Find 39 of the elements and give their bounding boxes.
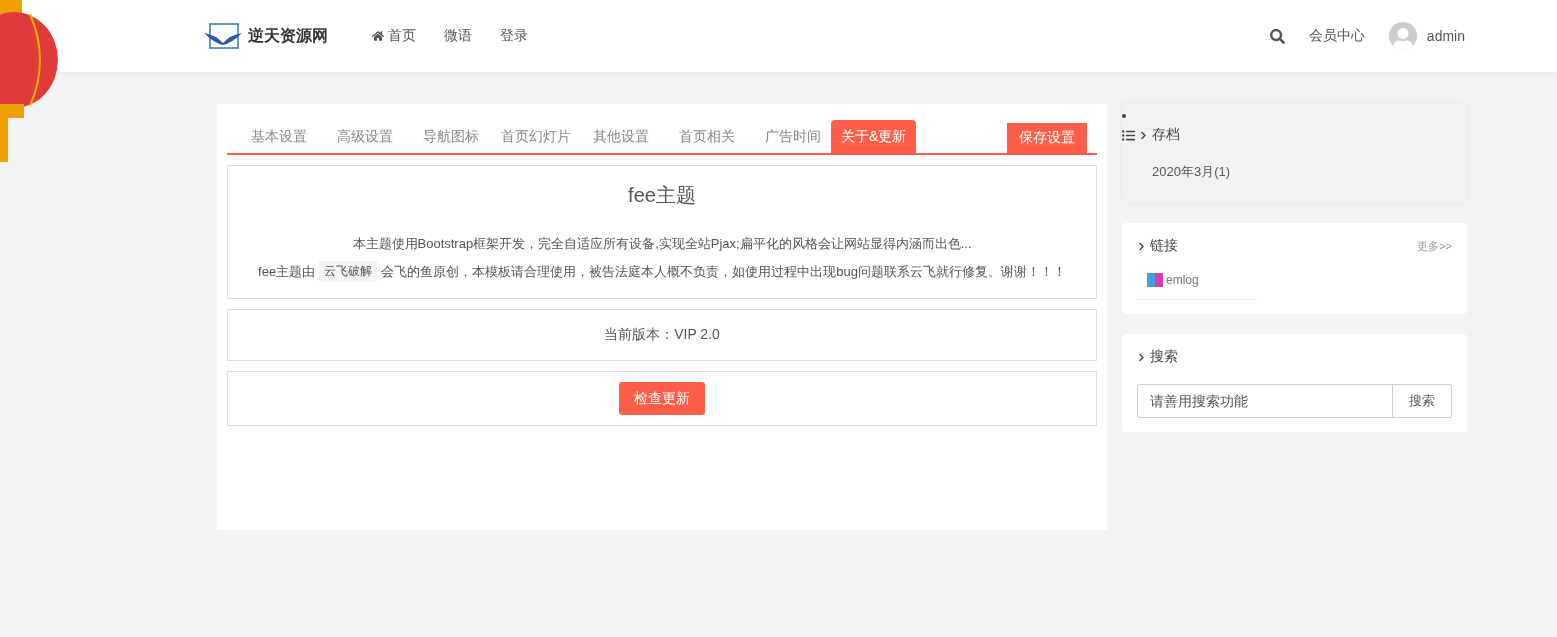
settings-tab[interactable]: 关于&更新 bbox=[831, 120, 917, 153]
em-logo-icon bbox=[1147, 273, 1163, 287]
username-link[interactable]: admin bbox=[1426, 28, 1465, 44]
credit-text: 会飞的鱼原创，本模板请合理使用，被告法庭本人概不负责，如使用过程中出现bug问题联系云飞就行修复。谢谢！！！ bbox=[381, 262, 1066, 281]
card-title: 链接 bbox=[1150, 237, 1178, 255]
home-icon bbox=[372, 30, 384, 42]
chevron-icon bbox=[1137, 241, 1146, 251]
settings-tab[interactable]: 高级设置 bbox=[327, 120, 403, 153]
nav-link[interactable]: 登录 bbox=[500, 27, 528, 45]
description-text: 本主题使用Bootstrap框架开发，完全自适应所有设备,实现全站Pjax;扁平化的风格会让网站显得内涵而出色... bbox=[352, 235, 972, 253]
settings-tab[interactable]: 首页幻灯片 bbox=[491, 120, 581, 153]
credit-text: fee主题由 bbox=[258, 262, 316, 281]
settings-tab[interactable]: 广告时间 bbox=[755, 120, 831, 153]
wings-logo-icon bbox=[204, 23, 242, 49]
version-text: 当前版本：VIP 2.0 bbox=[604, 326, 720, 344]
theme-title: fee主题 bbox=[628, 183, 696, 208]
archive-link[interactable]: 2020年3月(1) bbox=[1122, 164, 1231, 179]
save-settings-button[interactable]: 保存设置 bbox=[1007, 123, 1087, 153]
search-field[interactable]: 请善用搜索功能 bbox=[1137, 384, 1393, 418]
bullet-icon bbox=[1122, 114, 1126, 118]
card-title: 存档 bbox=[1152, 126, 1180, 144]
card-title: 搜索 bbox=[1150, 348, 1178, 366]
settings-tab[interactable]: 其他设置 bbox=[583, 120, 659, 153]
friend-link[interactable]: emlog bbox=[1137, 273, 1257, 300]
chevron-icon bbox=[1137, 352, 1146, 362]
site-logo-text: 逆天资源网 bbox=[248, 25, 328, 46]
nav-link[interactable]: 微语 bbox=[444, 27, 472, 45]
settings-tab[interactable]: 首页相关 bbox=[669, 120, 745, 153]
list-icon bbox=[1122, 128, 1135, 142]
search-icon[interactable] bbox=[1269, 28, 1285, 44]
nav-link[interactable]: 首页 bbox=[372, 27, 416, 45]
member-center-link[interactable]: 会员中心 bbox=[1308, 27, 1365, 45]
more-link[interactable]: 更多>> bbox=[1417, 238, 1452, 254]
settings-tab[interactable]: 基本设置 bbox=[241, 120, 317, 153]
check-update-button[interactable]: 检查更新 bbox=[619, 382, 705, 415]
search-button[interactable]: 搜索 bbox=[1393, 384, 1452, 418]
author-tag: 云飞破解 bbox=[319, 261, 378, 282]
settings-tab[interactable]: 导航图标 bbox=[413, 120, 489, 153]
chevron-icon bbox=[1139, 130, 1148, 140]
